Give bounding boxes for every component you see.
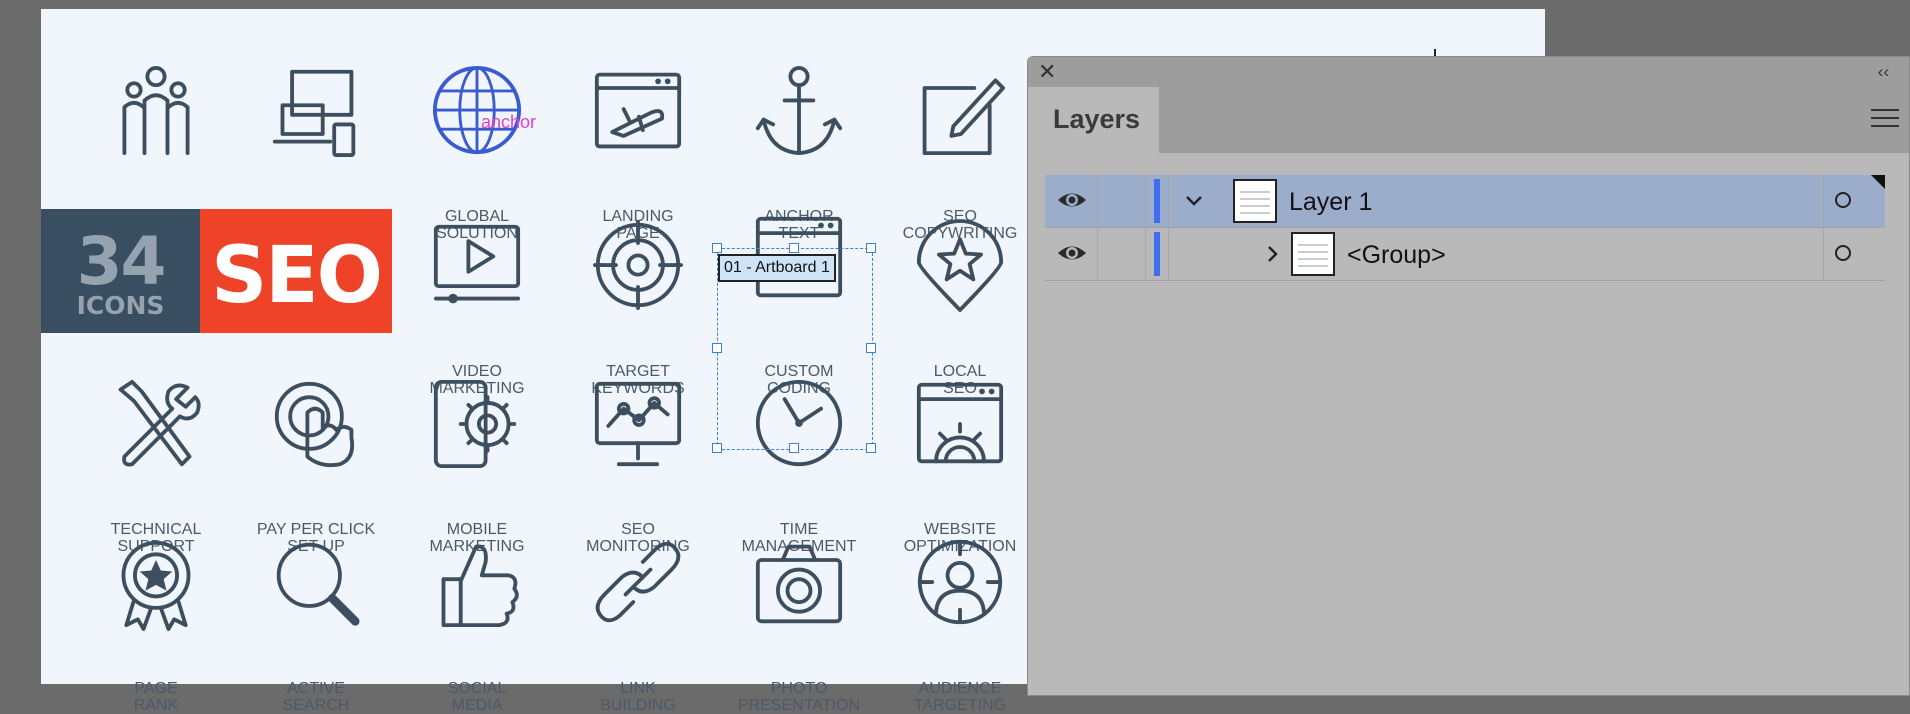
layer-row-layer-1[interactable]: Layer 1 xyxy=(1045,175,1885,228)
icon-tile[interactable]: LOCAL SEO xyxy=(880,216,1040,397)
layer-row-group[interactable]: <Group> xyxy=(1045,228,1885,281)
icon-label: PHOTO PRESENTATION xyxy=(737,680,861,714)
tab-layers[interactable]: Layers xyxy=(1028,87,1159,153)
group-name[interactable]: <Group> xyxy=(1347,241,1446,270)
landing-page-icon xyxy=(594,72,682,149)
anchor-icon xyxy=(755,66,843,156)
team-building-icon xyxy=(122,66,190,156)
column-divider xyxy=(1097,175,1098,227)
column-divider xyxy=(1097,228,1098,280)
icon-tile[interactable]: TECHNICAL SUPPORT xyxy=(76,374,236,555)
column-divider xyxy=(1145,175,1146,227)
chevron-right-icon[interactable] xyxy=(1263,243,1283,265)
layers-list: Layer 1 <Group> xyxy=(1045,175,1885,281)
layer-color-bar xyxy=(1154,179,1160,223)
layer-name[interactable]: Layer 1 xyxy=(1289,188,1372,217)
handle-top-right[interactable] xyxy=(866,243,876,253)
icon-tile[interactable]: SOCIAL MEDIA xyxy=(397,533,557,714)
target-icon xyxy=(593,220,683,311)
website-optimization-icon xyxy=(916,382,1004,464)
icon-label: SOCIAL MEDIA xyxy=(447,680,507,714)
visibility-eye-icon[interactable] xyxy=(1057,242,1087,264)
panel-tab-row: Layers xyxy=(1028,87,1909,153)
icon-tile[interactable]: AUDIENCE TARGETING xyxy=(880,533,1040,714)
column-divider xyxy=(1168,228,1169,280)
link-icon xyxy=(595,541,681,623)
chevron-down-icon[interactable] xyxy=(1183,191,1205,211)
page-rank-icon xyxy=(121,540,191,631)
icon-tile[interactable]: WEBSITE OPTIMIZATION xyxy=(880,374,1040,555)
column-divider xyxy=(1145,228,1146,280)
icon-tile[interactable]: PHOTO PRESENTATION xyxy=(719,533,879,714)
camera-icon xyxy=(755,544,843,624)
responsive-web-design-icon xyxy=(272,69,356,157)
icon-tile[interactable]: GLOBAL SOLUTION xyxy=(397,61,557,242)
technical-support-icon xyxy=(118,379,201,467)
pay-per-click-icon xyxy=(274,381,355,468)
handle-bottom-middle[interactable] xyxy=(789,443,799,453)
handle-top-middle[interactable] xyxy=(789,243,799,253)
search-icon xyxy=(276,542,360,626)
icon-label: ACTIVE SEARCH xyxy=(282,680,350,714)
icon-tile[interactable]: VIDEO MARKETING xyxy=(397,216,557,397)
thumbs-up-icon xyxy=(441,544,519,628)
icon-tile[interactable]: ACTIVE SEARCH xyxy=(236,533,396,714)
copywriting-icon xyxy=(922,78,1005,156)
icon-label: AUDIENCE TARGETING xyxy=(913,680,1007,714)
layer-color-bar xyxy=(1154,232,1160,276)
handle-top-left[interactable] xyxy=(712,243,722,253)
icon-tile[interactable]: LANDING PAGE xyxy=(558,61,718,242)
column-divider xyxy=(1823,175,1824,227)
video-marketing-icon xyxy=(433,224,521,304)
icon-label: LINK BUILDING xyxy=(600,680,676,714)
smart-guide-anchor-hint: anchor xyxy=(481,112,537,132)
icon-tile[interactable]: SEO MONITORING xyxy=(558,374,718,555)
icon-tile[interactable]: ANCHOR TEXT xyxy=(719,61,879,242)
close-icon[interactable]: ✕ xyxy=(1038,61,1056,83)
seo-banner[interactable]: 34 ICONS SEO xyxy=(41,209,392,333)
layer-thumbnail xyxy=(1233,179,1277,223)
icon-tile[interactable]: TEAM BUILDING xyxy=(76,61,236,242)
handle-middle-left[interactable] xyxy=(712,343,722,353)
panel-title-bar[interactable]: ✕ ‹‹ xyxy=(1028,57,1909,87)
handle-bottom-left[interactable] xyxy=(712,443,722,453)
icon-label: PAGE RANK xyxy=(133,680,179,714)
target-circle-icon[interactable] xyxy=(1835,245,1851,261)
icon-tile[interactable]: TARGET KEYWORDS xyxy=(558,216,718,397)
visibility-eye-icon[interactable] xyxy=(1057,189,1087,211)
handle-middle-right[interactable] xyxy=(866,343,876,353)
icon-tile[interactable]: MOBILE MARKETING xyxy=(397,374,557,555)
layers-panel: ✕ ‹‹ Layers Layer 1 <Group> xyxy=(1027,56,1910,696)
icon-tile[interactable]: PAY PER CLICK SET UP xyxy=(236,374,396,555)
artboard-name-label[interactable]: 01 - Artboard 1 xyxy=(718,254,836,282)
column-divider xyxy=(1823,228,1824,280)
mobile-marketing-icon xyxy=(433,379,517,469)
selection-indicator xyxy=(1871,175,1885,189)
panel-menu-icon[interactable] xyxy=(1871,109,1899,131)
icon-tile[interactable]: LINK BUILDING xyxy=(558,533,718,714)
icon-tile[interactable]: RESPONSIVE WEB DESIGN xyxy=(236,61,396,242)
column-divider xyxy=(1168,175,1169,227)
banner-number: 34 xyxy=(76,223,167,300)
collapse-panel-icon[interactable]: ‹‹ xyxy=(1878,61,1889,83)
location-pin-icon xyxy=(916,219,1004,312)
handle-bottom-right[interactable] xyxy=(866,443,876,453)
audience-targeting-icon xyxy=(917,539,1003,625)
icon-tile[interactable]: PAGE RANK xyxy=(76,533,236,714)
target-circle-icon[interactable] xyxy=(1835,192,1851,208)
seo-monitoring-icon xyxy=(594,381,682,467)
banner-seo-text: SEO xyxy=(211,231,383,321)
group-thumbnail xyxy=(1291,232,1335,276)
globe-icon xyxy=(432,66,522,155)
icon-tile[interactable]: SEO COPYWRITING xyxy=(880,61,1040,242)
banner-icons-text: ICONS xyxy=(76,291,165,320)
